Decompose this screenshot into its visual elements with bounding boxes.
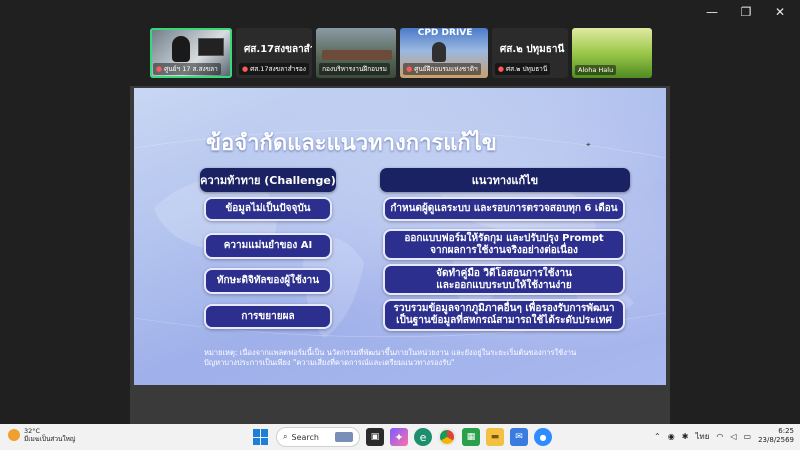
solution-line: เป็นฐานข้อมูลที่สหกรณ์สามารถใช้ได้ระดับป…	[396, 315, 612, 326]
mouse-cursor-icon: ⌖	[586, 140, 591, 149]
close-button[interactable]: ✕	[774, 6, 786, 18]
volume-icon[interactable]: ◁	[730, 432, 736, 441]
meet-now-icon[interactable]: ◉	[668, 432, 675, 441]
participant-name-large: ศส.17สงขลาสำรอง	[243, 44, 313, 55]
participant-caption: กองบริหารงานฝึกอบรม	[319, 63, 390, 75]
search-placeholder: Search	[291, 432, 319, 442]
cpd-drive-banner: CPD DRIVE	[417, 28, 473, 38]
participant-caption: Aloha Halu	[575, 65, 617, 75]
solution-line: และออกแบบระบบให้ใช้งานง่าย	[436, 279, 572, 291]
restore-button[interactable]: ❐	[740, 6, 752, 18]
clock-date: 23/8/2569	[758, 436, 794, 444]
chrome-browser-icon[interactable]	[438, 428, 456, 446]
challenge-item: ความแม่นยำของ AI	[204, 233, 332, 259]
slide-footnote: หมายเหตุ: เนื่องจากแพลตฟอร์มนี้เป็น นวัต…	[204, 348, 634, 368]
taskbar-apps: ⌕ Search ▣ ✦ e ▦ ▬ ✉ ●	[252, 427, 552, 447]
edge-browser-icon[interactable]: e	[414, 428, 432, 446]
search-icon: ⌕	[283, 432, 288, 441]
windows-logo-icon	[253, 429, 269, 445]
solution-item: รวบรวมข้อมูลจากภูมิภาคอื่นๆ เพื่อรองรับก…	[383, 299, 625, 331]
participant-caption: ● ศส.17สงขลาสำรอง	[238, 63, 309, 75]
mail-icon[interactable]: ✉	[510, 428, 528, 446]
zoom-app-icon[interactable]: ●	[534, 428, 552, 446]
participant-strip: ●ศูนย์ฯ 17 ส.สงขลา ศส.17สงขลาสำรอง ●ศส.1…	[150, 28, 653, 78]
start-button[interactable]	[252, 428, 270, 446]
language-indicator[interactable]: ไทย	[695, 430, 709, 443]
window-controls: — ❐ ✕	[706, 6, 786, 18]
participant-caption: ● ศูนย์ฯ 17 ส.สงขลา	[153, 63, 221, 75]
copilot-icon[interactable]: ✦	[390, 428, 408, 446]
battery-icon[interactable]: ▭	[744, 432, 752, 441]
store-icon[interactable]: ▦	[462, 428, 480, 446]
mic-muted-icon: ●	[156, 65, 163, 73]
participant-tile[interactable]: กองบริหารงานฝึกอบรม	[316, 28, 397, 78]
tray-overflow-icon[interactable]: ⌃	[654, 432, 661, 441]
solution-line: จากผลการใช้งานจริงอย่างต่อเนื่อง	[430, 244, 578, 256]
wifi-icon[interactable]: ◠	[716, 432, 723, 441]
bluetooth-icon[interactable]: ✱	[682, 432, 689, 441]
presentation-slide: ข้อจำกัดและแนวทางการแก้ไข ⌖ ความท้าทาย (…	[134, 88, 666, 385]
slide-title: ข้อจำกัดและแนวทางการแก้ไข	[206, 131, 497, 156]
taskbar-search-box[interactable]: ⌕ Search	[276, 427, 360, 447]
weather-condition: มีเมฆเป็นส่วนใหญ่	[24, 435, 76, 443]
weather-widget[interactable]: 32°C มีเมฆเป็นส่วนใหญ่	[8, 427, 75, 443]
conference-table-shape	[322, 50, 393, 60]
mic-muted-icon: ●	[241, 65, 249, 73]
weather-temperature: 32°C	[24, 427, 41, 435]
challenge-item: การขยายผล	[204, 304, 332, 329]
participant-tile[interactable]: CPD DRIVE ● ศูนย์ฝึกอบรมแห่งชาติฯ	[400, 28, 488, 78]
person-silhouette	[172, 36, 190, 62]
solution-line: กำหนดผู้ดูแลระบบ และรอบการตรวจสอบทุก 6 เ…	[390, 203, 618, 214]
taskbar-clock[interactable]: 6:25 23/8/2569	[758, 427, 794, 445]
participant-tile[interactable]: ● ศูนย์ฯ 17 ส.สงขลา	[150, 28, 232, 78]
footnote-line: หมายเหตุ: เนื่องจากแพลตฟอร์มนี้เป็น นวัต…	[204, 348, 577, 357]
search-highlight-icon	[335, 432, 353, 442]
solution-header: แนวทางแก้ไข	[380, 168, 630, 192]
participant-name-large: ศส.๒ ปทุมธานี	[499, 44, 565, 55]
participant-tile[interactable]: Aloha Halu	[572, 28, 653, 78]
solution-item: ออกแบบฟอร์มให้รัดกุม และปรับปรุง Prompt …	[383, 229, 625, 260]
participant-caption: ● ศูนย์ฝึกอบรมแห่งชาติฯ	[403, 63, 481, 75]
task-view-icon[interactable]: ▣	[366, 428, 384, 446]
weather-sun-icon	[8, 429, 20, 441]
solution-line: รวบรวมข้อมูลจากภูมิภาคอื่นๆ เพื่อรองรับก…	[393, 303, 615, 314]
file-explorer-icon[interactable]: ▬	[486, 428, 504, 446]
challenge-header: ความท้าทาย (Challenge)	[200, 168, 336, 192]
participant-tile[interactable]: ศส.17สงขลาสำรอง ●ศส.17สงขลาสำรอง	[235, 28, 313, 78]
footnote-line: ปัญหาบางประการเป็นเพียง "ความเสี่ยงที่คา…	[204, 358, 455, 367]
participant-caption: ● ศส.๒ ปทุมธานี	[494, 63, 551, 75]
person-silhouette	[432, 42, 447, 62]
windows-taskbar: 32°C มีเมฆเป็นส่วนใหญ่ ⌕ Search ▣ ✦ e ▦ …	[0, 424, 800, 450]
solution-item: กำหนดผู้ดูแลระบบ และรอบการตรวจสอบทุก 6 เ…	[383, 197, 625, 221]
minimize-button[interactable]: —	[706, 6, 718, 18]
solution-line: จัดทำคู่มือ วิดีโอสอนการใช้งาน	[436, 267, 572, 279]
clock-time: 6:25	[778, 427, 794, 435]
challenge-item: ทักษะดิจิทัลของผู้ใช้งาน	[204, 268, 332, 294]
mic-muted-icon: ●	[406, 65, 413, 73]
system-tray: ⌃ ◉ ✱ ไทย ◠ ◁ ▭ 6:25 23/8/2569	[654, 427, 794, 445]
challenge-item: ข้อมูลไม่เป็นปัจจุบัน	[204, 197, 332, 221]
solution-item: จัดทำคู่มือ วิดีโอสอนการใช้งาน และออกแบบ…	[383, 264, 625, 295]
mic-muted-icon: ●	[497, 65, 504, 73]
solution-line: ออกแบบฟอร์มให้รัดกุม และปรับปรุง Prompt	[404, 232, 604, 244]
monitor-shape	[198, 38, 224, 56]
participant-tile[interactable]: ศส.๒ ปทุมธานี ● ศส.๒ ปทุมธานี	[491, 28, 568, 78]
